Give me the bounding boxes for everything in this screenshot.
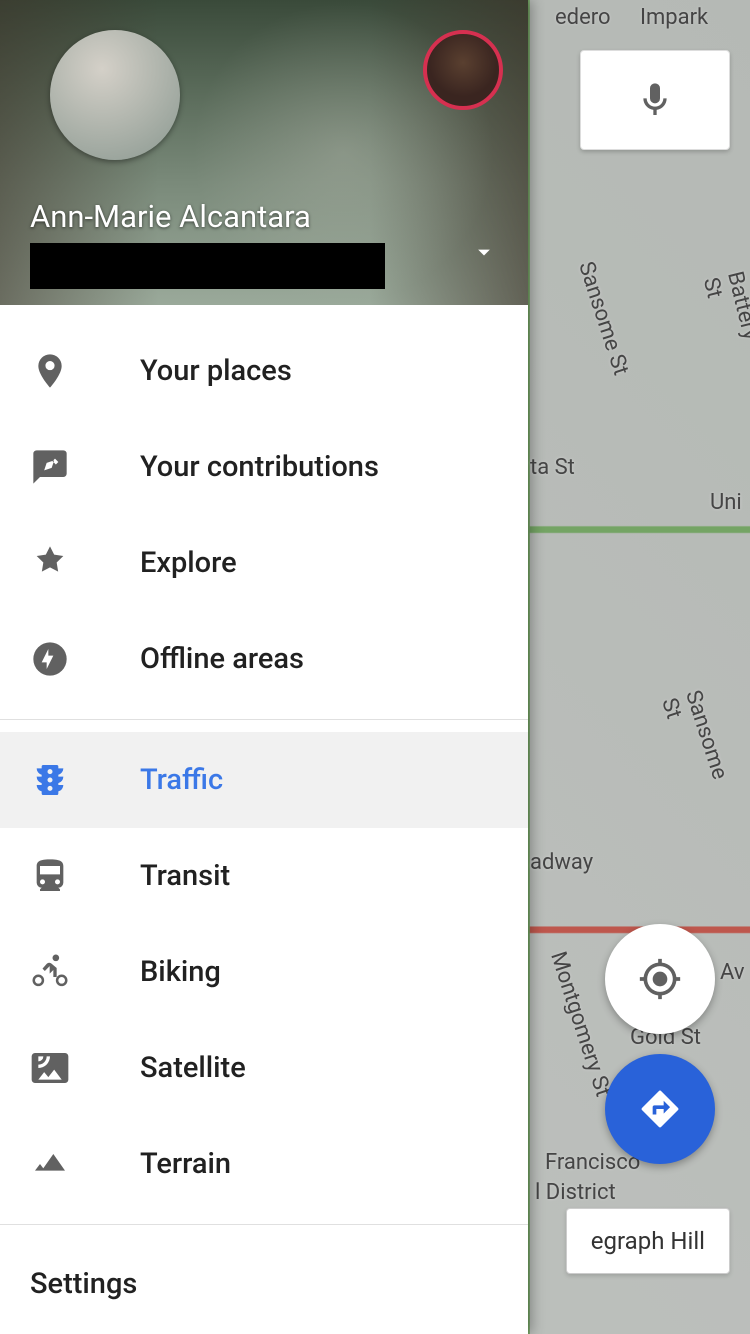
account-name: Ann-Marie Alcantara: [30, 198, 311, 235]
pin-icon: [30, 351, 70, 391]
menu-item-settings[interactable]: Settings: [0, 1237, 528, 1331]
traffic-icon: [30, 760, 70, 800]
directions-icon: [638, 1087, 682, 1131]
edit-chat-icon: [30, 447, 70, 487]
satellite-icon: [30, 1048, 70, 1088]
menu-item-label: Your places: [140, 354, 292, 388]
chip-label: egraph Hill: [591, 1227, 705, 1255]
menu-item-traffic[interactable]: Traffic: [0, 732, 528, 828]
offline-icon: [30, 639, 70, 679]
menu-item-transit[interactable]: Transit: [0, 828, 528, 924]
menu-item-label: Satellite: [140, 1051, 246, 1085]
compass-icon: [30, 543, 70, 583]
menu-item-terrain[interactable]: Terrain: [0, 1116, 528, 1212]
chevron-down-icon: [470, 238, 498, 266]
account-email-redacted: [30, 243, 385, 289]
drawer-header: Ann-Marie Alcantara: [0, 0, 528, 305]
avatar-primary[interactable]: [50, 30, 180, 160]
transit-icon: [30, 856, 70, 896]
terrain-icon: [30, 1144, 70, 1184]
menu-item-label: Your contributions: [140, 450, 379, 484]
search-box[interactable]: [580, 50, 730, 150]
directions-button[interactable]: [605, 1054, 715, 1164]
menu-item-biking[interactable]: Biking: [0, 924, 528, 1020]
menu-item-explore[interactable]: Explore: [0, 515, 528, 611]
menu-item-label: Offline areas: [140, 642, 304, 676]
crosshair-icon: [638, 957, 682, 1001]
menu-item-label: Transit: [140, 859, 230, 893]
menu-item-label: Terrain: [140, 1147, 231, 1181]
menu-item-your-places[interactable]: Your places: [0, 323, 528, 419]
divider: [0, 1224, 528, 1225]
menu-item-label: Settings: [30, 1267, 137, 1301]
menu-item-label: Traffic: [140, 763, 223, 797]
account-switcher[interactable]: [470, 238, 498, 270]
menu-item-label: Explore: [140, 546, 237, 580]
locate-me-button[interactable]: [605, 924, 715, 1034]
menu-item-label: Biking: [140, 955, 221, 989]
menu-item-offline-areas[interactable]: Offline areas: [0, 611, 528, 707]
map-chip-telegraph-hill[interactable]: egraph Hill: [566, 1208, 730, 1274]
drawer-menu: Your places Your contributions Explore O…: [0, 305, 528, 1334]
biking-icon: [30, 952, 70, 992]
menu-item-satellite[interactable]: Satellite: [0, 1020, 528, 1116]
avatar-secondary[interactable]: [423, 30, 503, 110]
microphone-icon: [635, 80, 675, 120]
navigation-drawer: Ann-Marie Alcantara Your places Your con…: [0, 0, 528, 1334]
divider: [0, 719, 528, 720]
menu-item-your-contributions[interactable]: Your contributions: [0, 419, 528, 515]
